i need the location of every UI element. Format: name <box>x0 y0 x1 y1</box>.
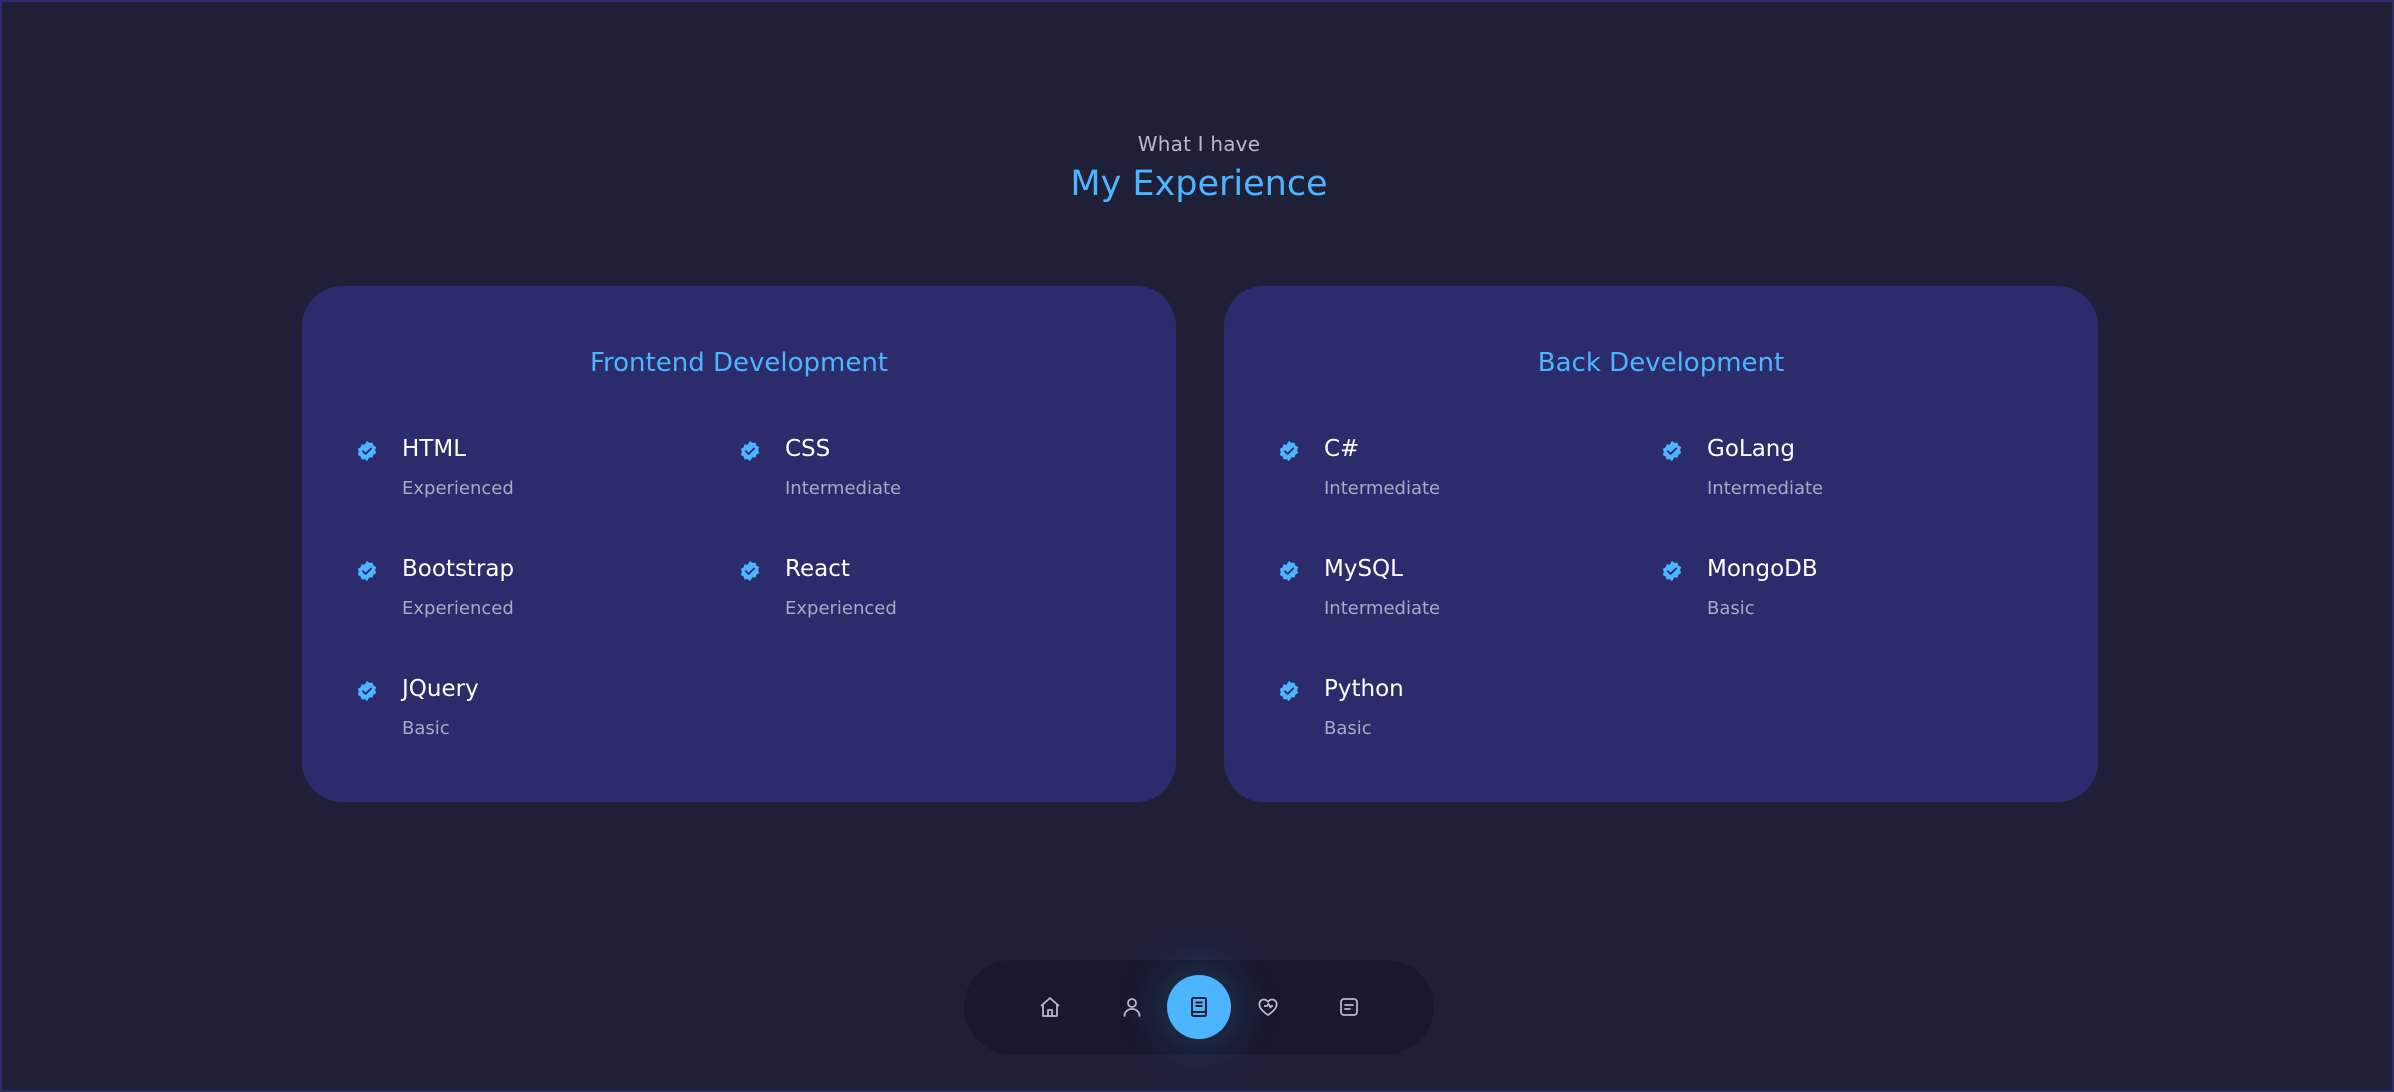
skill-level: Experienced <box>402 478 514 499</box>
skill-level: Intermediate <box>1324 598 1441 619</box>
skill-item-python: Python Basic <box>1278 676 1618 756</box>
verified-check-icon <box>1662 440 1682 462</box>
skill-item-csharp: C# Intermediate <box>1278 436 1618 516</box>
verified-check-icon <box>357 680 377 702</box>
verified-check-icon <box>357 560 377 582</box>
skill-level: Experienced <box>402 598 514 619</box>
skill-level: Intermediate <box>1324 478 1441 499</box>
nav-home-button[interactable] <box>1018 975 1082 1039</box>
verified-check-icon <box>1279 560 1299 582</box>
experience-page: What I have My Experience Frontend Devel… <box>0 0 2394 1092</box>
verified-check-icon <box>357 440 377 462</box>
skill-name: C# <box>1324 436 1360 462</box>
verified-check-icon <box>740 560 760 582</box>
section-title: My Experience <box>1070 164 1328 204</box>
skill-name: Python <box>1324 676 1404 702</box>
skill-item-react: React Experienced <box>739 556 1079 636</box>
skill-item-jquery: JQuery Basic <box>356 676 696 756</box>
skill-level: Basic <box>1324 718 1372 739</box>
skill-level: Basic <box>1707 598 1755 619</box>
skill-level: Intermediate <box>785 478 902 499</box>
skill-name: GoLang <box>1707 436 1795 462</box>
message-icon <box>1340 998 1358 1016</box>
nav-contact-button[interactable] <box>1317 975 1381 1039</box>
skill-name: React <box>785 556 850 582</box>
skill-item-bootstrap: Bootstrap Experienced <box>356 556 696 636</box>
nav-services-button[interactable] <box>1236 975 1300 1039</box>
skill-item-css: CSS Intermediate <box>739 436 1079 516</box>
skill-level: Experienced <box>785 598 897 619</box>
verified-check-icon <box>1279 440 1299 462</box>
verified-check-icon <box>1662 560 1682 582</box>
card-title: Frontend Development <box>589 348 889 378</box>
nav-experience-button[interactable] <box>1167 975 1231 1039</box>
user-icon <box>1123 998 1141 1017</box>
frontend-experience-card: Frontend Development HTML Experienced CS… <box>302 286 1176 802</box>
nav-about-button[interactable] <box>1100 975 1164 1039</box>
home-icon <box>1040 997 1060 1017</box>
verified-check-icon <box>1279 680 1299 702</box>
skill-level: Intermediate <box>1707 478 1824 499</box>
skill-item-mongodb: MongoDB Basic <box>1661 556 2001 636</box>
skill-item-golang: GoLang Intermediate <box>1661 436 2001 516</box>
card-title: Back Development <box>1537 348 1785 378</box>
book-icon <box>1191 997 1207 1017</box>
skill-name: JQuery <box>402 676 479 702</box>
skill-item-mysql: MySQL Intermediate <box>1278 556 1618 636</box>
skill-name: HTML <box>402 436 467 462</box>
skill-name: Bootstrap <box>402 556 515 582</box>
verified-check-icon <box>740 440 760 462</box>
skill-item-html: HTML Experienced <box>356 436 696 516</box>
backend-experience-card: Back Development C# Intermediate GoLang … <box>1224 286 2098 802</box>
skill-name: MongoDB <box>1707 556 1818 582</box>
section-eyebrow: What I have <box>1137 132 1261 156</box>
skill-name: MySQL <box>1324 556 1403 582</box>
skill-level: Basic <box>402 718 450 739</box>
services-icon <box>1258 998 1278 1016</box>
bottom-nav <box>964 960 1434 1054</box>
skill-name: CSS <box>785 436 831 462</box>
